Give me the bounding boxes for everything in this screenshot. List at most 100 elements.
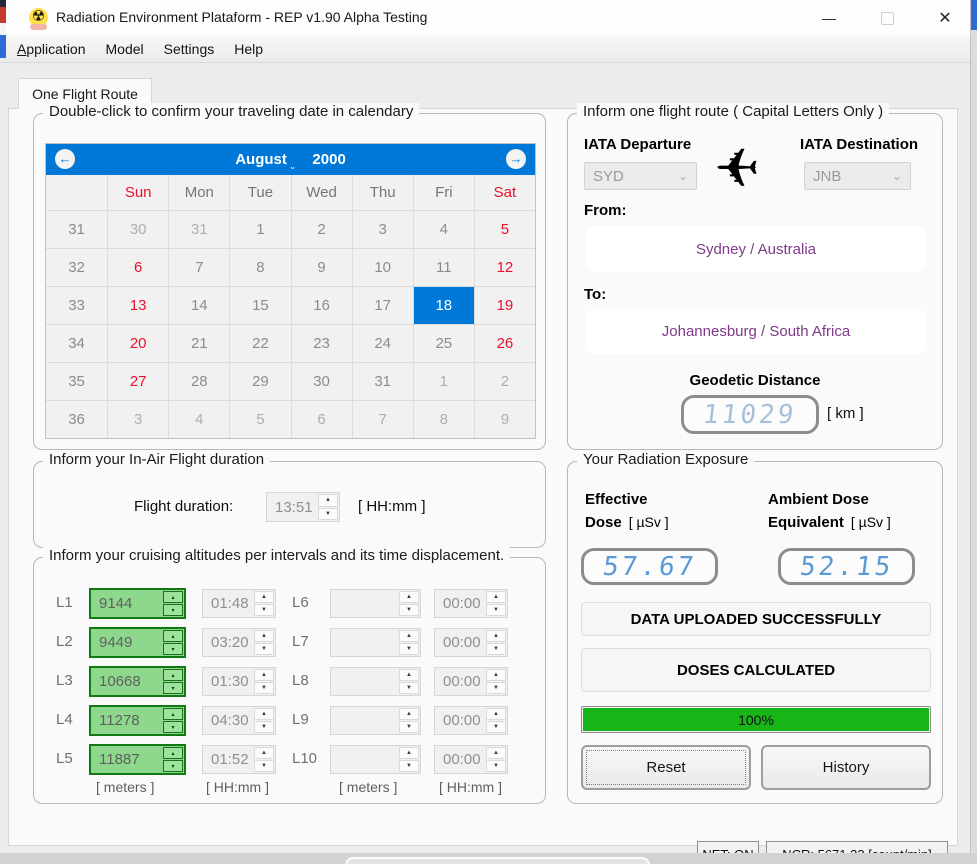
- day-cell[interactable]: 6: [290, 400, 352, 438]
- spin-down-icon[interactable]: ▼: [399, 643, 419, 655]
- day-cell[interactable]: 23: [290, 324, 352, 362]
- spin-down-icon[interactable]: ▼: [486, 682, 506, 694]
- day-cell[interactable]: 3: [351, 210, 413, 248]
- day-cell[interactable]: 2: [473, 362, 535, 400]
- close-button[interactable]: ✕: [922, 0, 968, 36]
- menu-item-settings[interactable]: Settings: [154, 41, 225, 57]
- day-cell[interactable]: 27: [107, 362, 169, 400]
- altitude-spinbox-L8[interactable]: ▲ ▼: [330, 667, 421, 696]
- next-month-button[interactable]: →: [506, 149, 526, 169]
- time-spinbox-L9[interactable]: 00:00 ▲ ▼: [434, 706, 508, 735]
- spin-up-icon[interactable]: ▲: [486, 630, 506, 642]
- day-cell[interactable]: 29: [229, 362, 291, 400]
- calendar-month[interactable]: August: [235, 151, 287, 168]
- day-cell[interactable]: 9: [290, 248, 352, 286]
- time-spinbox-L3[interactable]: 01:30 ▲ ▼: [202, 667, 276, 696]
- selected-day-cell[interactable]: 18: [412, 286, 474, 324]
- spin-up-icon[interactable]: ▲: [399, 708, 419, 720]
- altitude-spinbox-L1[interactable]: 9144 ▴ ▾: [89, 588, 186, 619]
- day-cell[interactable]: 8: [229, 248, 291, 286]
- day-cell[interactable]: 9: [473, 400, 535, 438]
- maximize-button[interactable]: [864, 0, 910, 36]
- spin-up-icon[interactable]: ▲: [399, 591, 419, 603]
- altitude-spinbox-L9[interactable]: ▲ ▼: [330, 706, 421, 735]
- day-cell[interactable]: 17: [351, 286, 413, 324]
- day-cell[interactable]: 20: [107, 324, 169, 362]
- spin-up-icon[interactable]: ▲: [486, 747, 506, 759]
- iata-destination-combobox[interactable]: JNB ⌄: [804, 162, 911, 190]
- day-cell[interactable]: 6: [107, 248, 169, 286]
- spin-down-icon[interactable]: ▼: [399, 604, 419, 616]
- spin-down-icon[interactable]: ▼: [399, 721, 419, 733]
- day-cell[interactable]: 28: [168, 362, 230, 400]
- day-cell[interactable]: 1: [229, 210, 291, 248]
- menu-item-application[interactable]: Application: [7, 41, 96, 57]
- day-cell[interactable]: 4: [168, 400, 230, 438]
- spin-up-icon[interactable]: ▲: [486, 708, 506, 720]
- day-cell[interactable]: 31: [351, 362, 413, 400]
- spin-down-icon[interactable]: ▼: [399, 760, 419, 772]
- altitude-spinbox-L6[interactable]: ▲ ▼: [330, 589, 421, 618]
- time-spinbox-L8[interactable]: 00:00 ▲ ▼: [434, 667, 508, 696]
- spin-down-icon[interactable]: ▼: [486, 643, 506, 655]
- day-cell[interactable]: 26: [473, 324, 535, 362]
- day-cell[interactable]: 24: [351, 324, 413, 362]
- day-cell[interactable]: 16: [290, 286, 352, 324]
- spin-down-icon[interactable]: ▼: [486, 721, 506, 733]
- spin-down-icon[interactable]: ▼: [399, 682, 419, 694]
- day-cell[interactable]: 15: [229, 286, 291, 324]
- minimize-button[interactable]: —: [806, 0, 852, 36]
- day-cell[interactable]: 12: [473, 248, 535, 286]
- altitude-spinbox-L4[interactable]: 11278 ▴ ▾: [89, 705, 186, 736]
- time-spinbox-L2[interactable]: 03:20 ▲ ▼: [202, 628, 276, 657]
- menu-item-model[interactable]: Model: [96, 41, 154, 57]
- time-spinbox-L1[interactable]: 01:48 ▲ ▼: [202, 589, 276, 618]
- day-cell[interactable]: 4: [412, 210, 474, 248]
- spin-down-icon[interactable]: ▼: [254, 682, 274, 694]
- spin-up-icon[interactable]: ▲: [254, 591, 274, 603]
- spin-down-icon[interactable]: ▼: [318, 507, 338, 520]
- flight-duration-spinbox[interactable]: 13:51 ▲ ▼: [266, 492, 340, 522]
- spin-down-icon[interactable]: ▼: [254, 721, 274, 733]
- day-cell[interactable]: 30: [290, 362, 352, 400]
- day-cell[interactable]: 14: [168, 286, 230, 324]
- spin-up-icon[interactable]: ▲: [399, 630, 419, 642]
- spin-up-icon[interactable]: ▲: [254, 669, 274, 681]
- spin-up-icon[interactable]: ▴: [163, 630, 183, 642]
- history-button[interactable]: History: [761, 745, 931, 790]
- day-cell[interactable]: 2: [290, 210, 352, 248]
- day-cell[interactable]: 5: [473, 210, 535, 248]
- day-cell[interactable]: 5: [229, 400, 291, 438]
- day-cell[interactable]: 11: [412, 248, 474, 286]
- time-spinbox-L7[interactable]: 00:00 ▲ ▼: [434, 628, 508, 657]
- altitude-spinbox-L2[interactable]: 9449 ▴ ▾: [89, 627, 186, 658]
- time-spinbox-L5[interactable]: 01:52 ▲ ▼: [202, 745, 276, 774]
- time-spinbox-L6[interactable]: 00:00 ▲ ▼: [434, 589, 508, 618]
- spin-down-icon[interactable]: ▾: [163, 760, 183, 772]
- day-cell[interactable]: 7: [168, 248, 230, 286]
- spin-up-icon[interactable]: ▲: [399, 747, 419, 759]
- day-cell[interactable]: 30: [107, 210, 169, 248]
- day-cell[interactable]: 22: [229, 324, 291, 362]
- spin-down-icon[interactable]: ▾: [163, 682, 183, 694]
- day-cell[interactable]: 13: [107, 286, 169, 324]
- spin-down-icon[interactable]: ▼: [254, 643, 274, 655]
- day-cell[interactable]: 21: [168, 324, 230, 362]
- iata-departure-combobox[interactable]: SYD ⌄: [584, 162, 697, 190]
- day-cell[interactable]: 1: [412, 362, 474, 400]
- spin-up-icon[interactable]: ▲: [254, 747, 274, 759]
- day-cell[interactable]: 19: [473, 286, 535, 324]
- altitude-spinbox-L5[interactable]: 11887 ▴ ▾: [89, 744, 186, 775]
- reset-button[interactable]: Reset: [581, 745, 751, 790]
- altitude-spinbox-L3[interactable]: 10668 ▴ ▾: [89, 666, 186, 697]
- spin-down-icon[interactable]: ▼: [254, 760, 274, 772]
- day-cell[interactable]: 7: [351, 400, 413, 438]
- altitude-spinbox-L7[interactable]: ▲ ▼: [330, 628, 421, 657]
- spin-down-icon[interactable]: ▼: [486, 760, 506, 772]
- calendar-year[interactable]: 2000: [312, 151, 345, 168]
- spin-down-icon[interactable]: ▾: [163, 643, 183, 655]
- spin-up-icon[interactable]: ▴: [163, 669, 183, 681]
- spin-up-icon[interactable]: ▴: [163, 708, 183, 720]
- spin-up-icon[interactable]: ▲: [486, 591, 506, 603]
- time-spinbox-L10[interactable]: 00:00 ▲ ▼: [434, 745, 508, 774]
